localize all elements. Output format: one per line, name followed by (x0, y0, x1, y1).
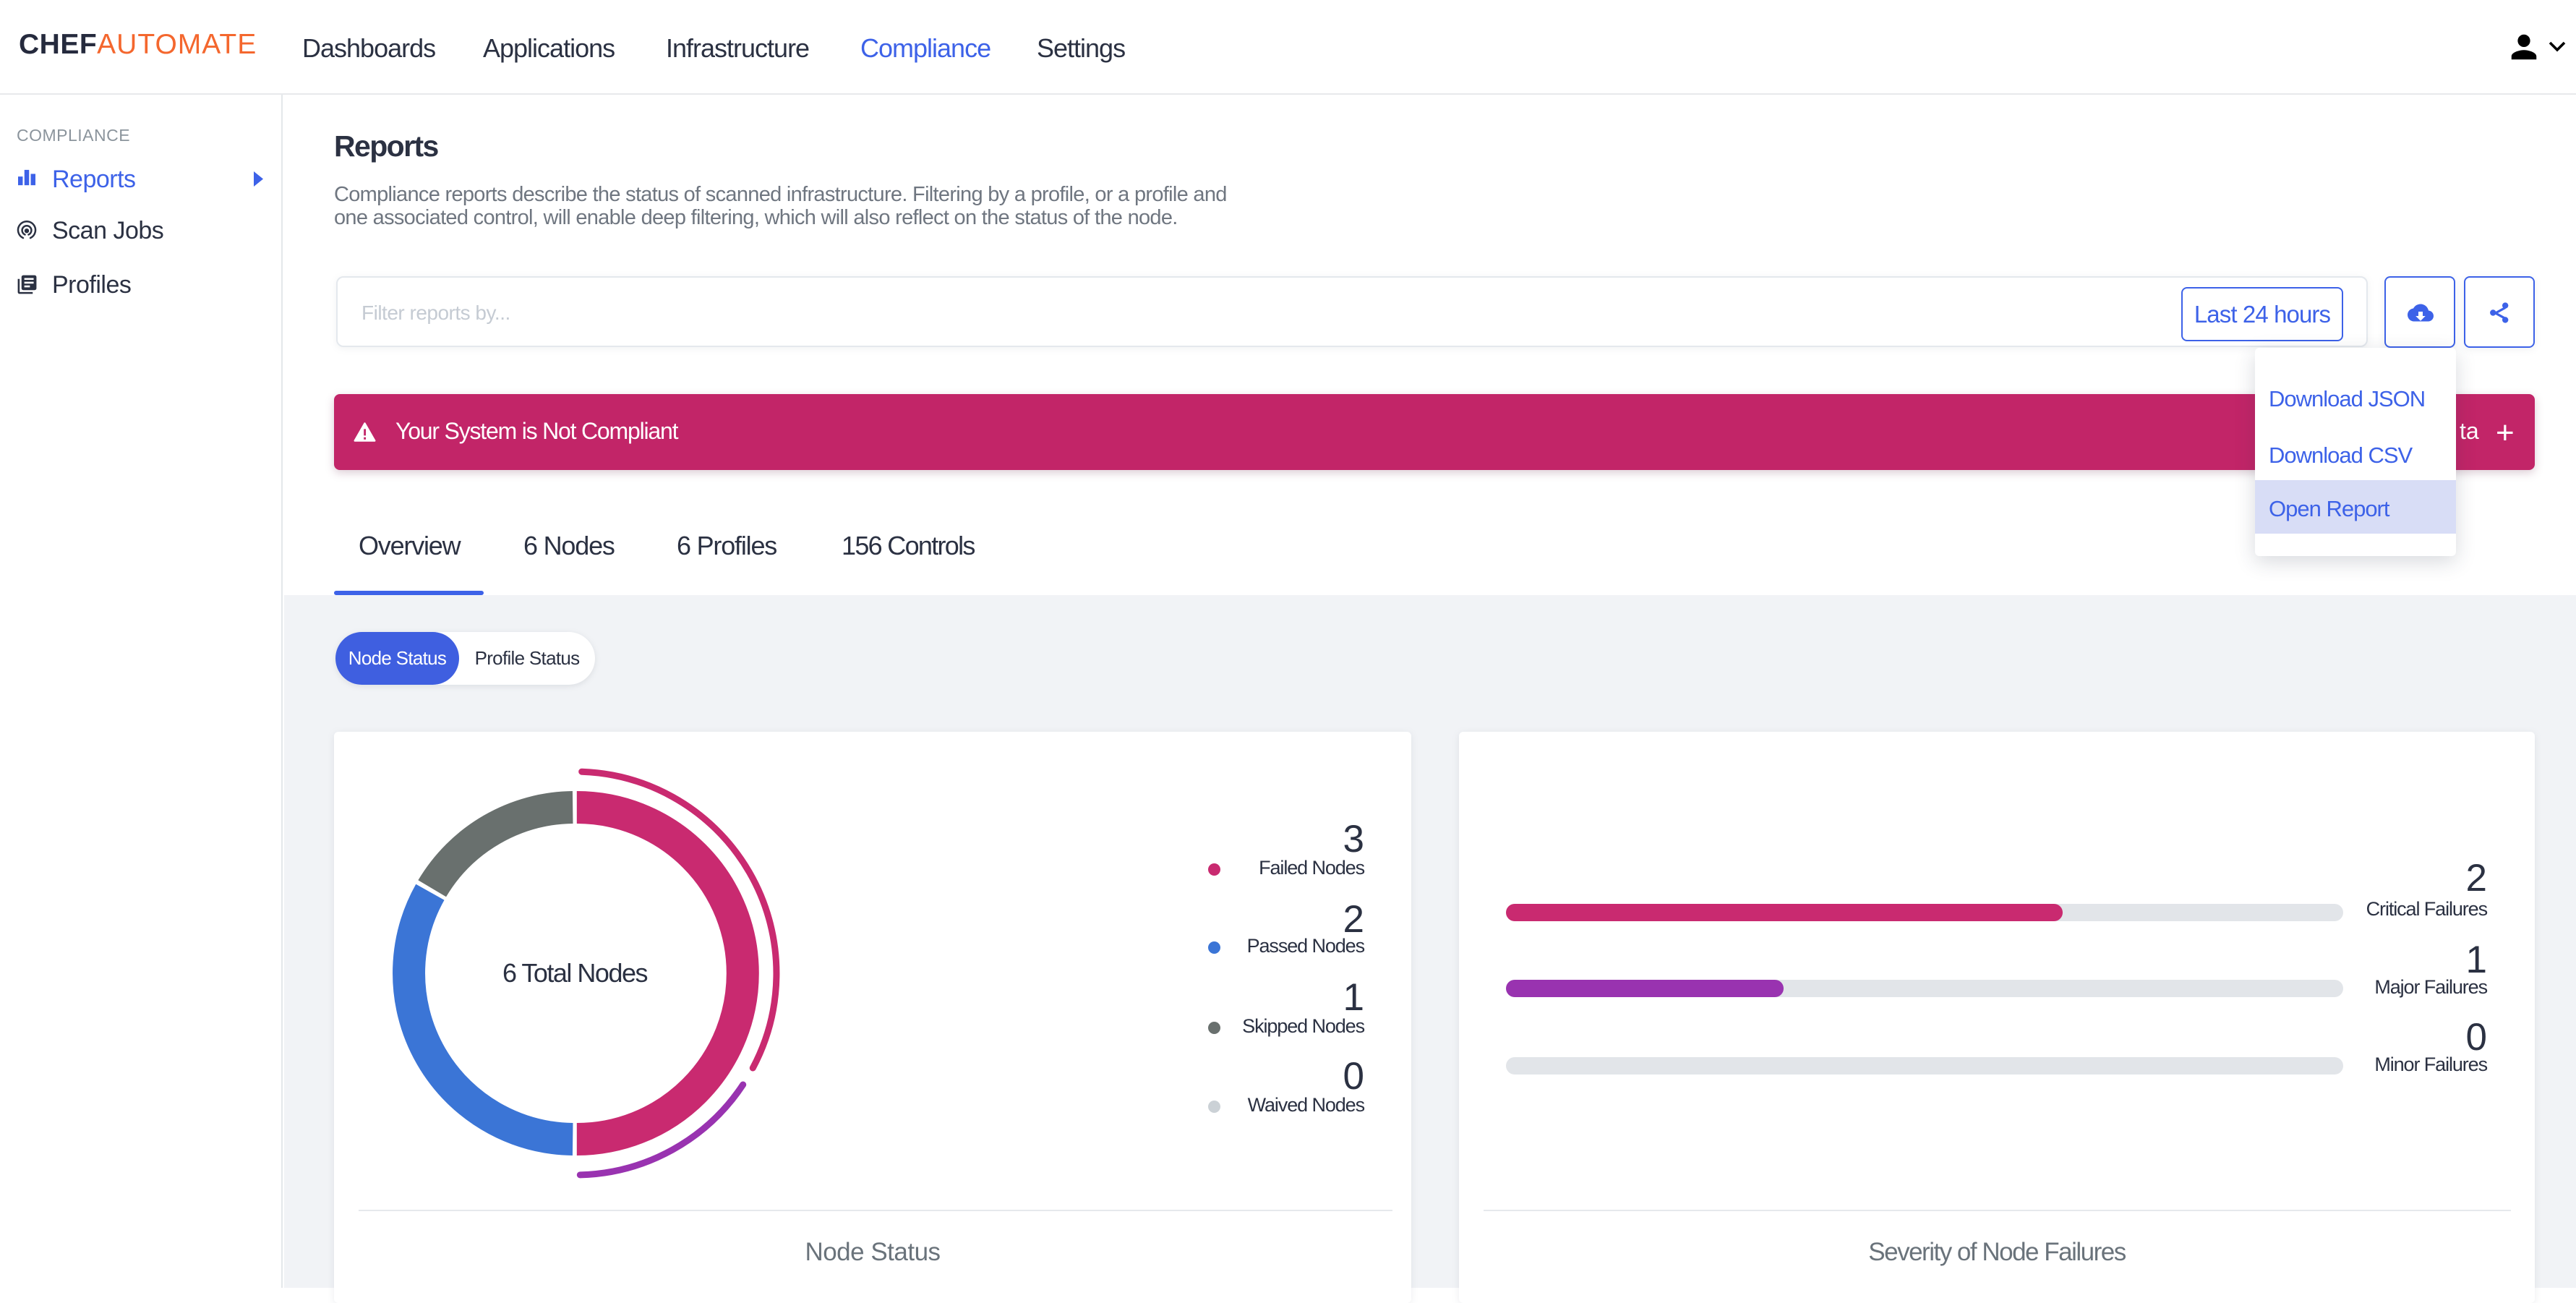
svg-text:6 Total Nodes: 6 Total Nodes (502, 958, 647, 988)
